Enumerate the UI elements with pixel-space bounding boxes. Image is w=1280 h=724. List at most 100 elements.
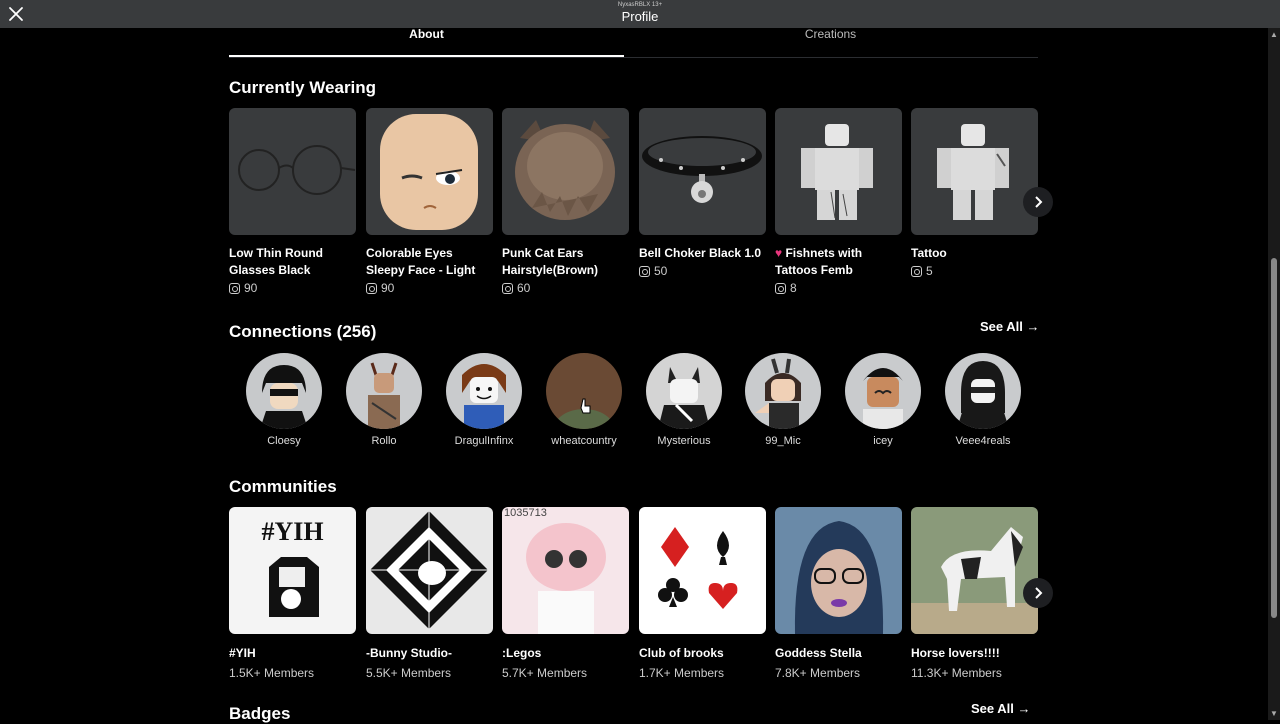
community-name: #YIH xyxy=(229,646,256,660)
scroll-down-icon[interactable]: ▼ xyxy=(1270,709,1278,718)
item-price: 90 xyxy=(229,281,356,295)
item-price: 8 xyxy=(775,281,902,295)
mannequin-image xyxy=(937,124,1009,220)
friend-card[interactable]: Mysterious xyxy=(634,353,734,447)
item-price: 5 xyxy=(911,264,1038,278)
avatar xyxy=(745,353,821,429)
community-name: Horse lovers!!!! xyxy=(911,646,1000,660)
friend-name: Rollo xyxy=(371,435,397,447)
wearing-item[interactable]: Colorable Eyes Sleepy Face - Light 90 xyxy=(366,108,493,295)
mannequin-image xyxy=(801,124,873,220)
communities-next-button[interactable] xyxy=(1023,578,1053,608)
item-thumbnail xyxy=(366,108,493,235)
community-card[interactable]: #YIH #YIH 1.5K+ Members xyxy=(229,507,356,680)
community-members: 1.5K+ Members xyxy=(229,666,315,680)
friend-name: Veee4reals xyxy=(955,435,1011,447)
tab-about[interactable]: About xyxy=(229,28,624,57)
friend-name: 99_Mic xyxy=(765,435,801,447)
item-thumbnail xyxy=(229,108,356,235)
community-card[interactable]: Horse lovers!!!! 11.3K+ Members xyxy=(911,507,1038,680)
friend-name: Mysterious xyxy=(657,435,711,447)
community-thumbnail: 1035713 xyxy=(502,507,629,634)
friend-card[interactable]: Veee4reals xyxy=(933,353,1033,447)
community-thumbnail xyxy=(366,507,493,634)
friend-name: DragulInfinx xyxy=(454,435,514,447)
item-price: 60 xyxy=(502,281,629,295)
currently-wearing-title: Currently Wearing xyxy=(229,78,377,97)
community-name: -Bunny Studio- xyxy=(366,646,452,660)
connections-see-all-link[interactable]: See All → xyxy=(980,319,1040,334)
chevron-right-icon xyxy=(1035,587,1043,599)
community-name: Goddess Stella xyxy=(775,646,862,660)
arrow-right-icon: → xyxy=(1017,701,1031,716)
friend-card[interactable]: Cloesy xyxy=(234,353,334,447)
wearing-item[interactable]: Low Thin Round Glasses Black 90 xyxy=(229,108,356,295)
community-name: :Legos xyxy=(502,646,542,660)
arrow-right-icon: → xyxy=(1026,319,1040,334)
community-members: 5.7K+ Members xyxy=(502,666,588,680)
community-card[interactable]: Goddess Stella 7.8K+ Members xyxy=(775,507,902,680)
item-name: Low Thin Round Glasses Black xyxy=(229,246,323,277)
item-name: Bell Choker Black 1.0 xyxy=(639,246,762,260)
robux-icon xyxy=(775,282,786,294)
wearing-item[interactable]: Bell Choker Black 1.0 50 xyxy=(639,108,766,278)
community-card[interactable]: -Bunny Studio- 5.5K+ Members xyxy=(366,507,493,680)
tab-creations[interactable]: Creations xyxy=(633,28,1028,57)
community-members: 7.8K+ Members xyxy=(775,666,861,680)
community-thumbnail xyxy=(911,507,1038,634)
avatar xyxy=(346,353,422,429)
username-caption: NyxasRBLX 13+ xyxy=(617,2,663,8)
community-members: 1.7K+ Members xyxy=(639,666,725,680)
page-title: Profile xyxy=(621,9,659,24)
wearing-next-button[interactable] xyxy=(1023,187,1053,217)
community-card[interactable]: 1035713 :Legos 5.7K+ Members xyxy=(502,507,629,680)
item-name: ♥ Fishnets with Tattoos Femb xyxy=(775,246,863,277)
scroll-up-icon[interactable]: ▲ xyxy=(1270,30,1278,39)
item-thumbnail xyxy=(911,108,1038,235)
friend-card[interactable]: 99_Mic xyxy=(733,353,833,447)
chevron-right-icon xyxy=(1035,196,1043,208)
heart-icon: ♥ xyxy=(775,246,783,260)
choker-image xyxy=(642,136,762,203)
robux-icon xyxy=(639,265,650,277)
avatar xyxy=(546,353,622,429)
friend-name: Cloesy xyxy=(267,435,301,447)
avatar xyxy=(446,353,522,429)
friend-card[interactable]: DragulInfinx xyxy=(434,353,534,447)
wearing-item[interactable]: Punk Cat Ears Hairstyle(Brown) 60 xyxy=(502,108,629,295)
robux-icon xyxy=(911,265,922,277)
avatar xyxy=(646,353,722,429)
hair-image xyxy=(515,120,615,220)
item-thumbnail xyxy=(639,108,766,235)
community-members: 5.5K+ Members xyxy=(366,666,452,680)
top-bar: NyxasRBLX 13+ Profile xyxy=(0,0,1280,28)
avatar xyxy=(845,353,921,429)
hand-cursor-icon xyxy=(580,398,591,414)
wearing-item[interactable]: Tattoo 5 xyxy=(911,108,1038,278)
page-scrollbar[interactable]: ▲ ▼ xyxy=(1268,28,1280,720)
connections-title: Connections (256) xyxy=(229,322,377,341)
badges-see-all-link[interactable]: See All → xyxy=(971,701,1031,716)
community-thumbnail: #YIH xyxy=(229,507,356,634)
robux-icon xyxy=(502,282,513,294)
friend-card[interactable]: Rollo xyxy=(334,353,434,447)
friend-card[interactable]: icey xyxy=(833,353,933,447)
robux-icon xyxy=(229,282,240,294)
community-name: Club of brooks xyxy=(639,646,724,660)
scroll-thumb[interactable] xyxy=(1271,258,1277,618)
avatar xyxy=(246,353,322,429)
item-name: Punk Cat Ears Hairstyle(Brown) xyxy=(502,246,599,277)
item-price: 50 xyxy=(639,264,766,278)
community-thumbnail xyxy=(639,507,766,634)
robux-icon xyxy=(366,282,377,294)
item-name: Colorable Eyes Sleepy Face - Light xyxy=(366,246,476,277)
item-name: Tattoo xyxy=(911,246,947,260)
friend-name: icey xyxy=(873,435,893,447)
community-card[interactable]: Club of brooks 1.7K+ Members xyxy=(639,507,766,680)
item-thumbnail xyxy=(775,108,902,235)
face-image xyxy=(380,114,478,230)
wearing-item[interactable]: ♥ Fishnets with Tattoos Femb 8 xyxy=(775,108,902,295)
community-thumbnail xyxy=(775,507,902,634)
avatar xyxy=(945,353,1021,429)
badges-title: Badges xyxy=(229,704,291,723)
